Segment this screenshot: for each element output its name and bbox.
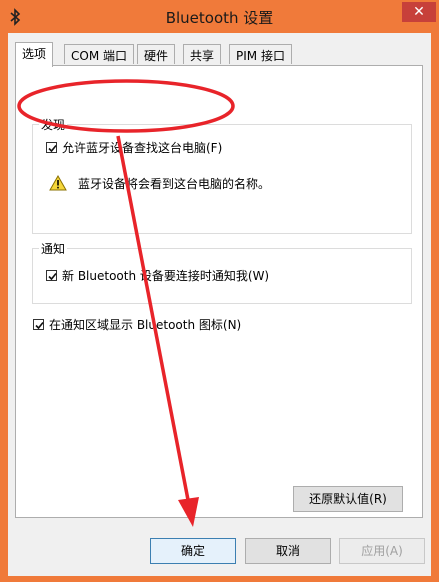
cancel-button[interactable]: 取消: [245, 538, 331, 564]
notify-label[interactable]: 新 Bluetooth 设备要连接时通知我(W): [62, 267, 269, 284]
checkmark-icon: [35, 321, 44, 330]
tray-icon-label[interactable]: 在通知区域显示 Bluetooth 图标(N): [49, 316, 241, 333]
checkmark-icon: [48, 272, 57, 281]
bluetooth-settings-window: Bluetooth 设置 ✕ 选项 COM 端口 硬件 共享 PIM 接口 发现…: [0, 0, 439, 582]
tray-icon-checkbox[interactable]: [33, 319, 44, 330]
notify-checkbox[interactable]: [46, 270, 57, 281]
notification-group-title: 通知: [39, 240, 68, 257]
restore-defaults-button[interactable]: 还原默认值(R): [293, 486, 403, 512]
checkmark-icon: [48, 144, 57, 153]
window-title: Bluetooth 设置: [165, 9, 274, 27]
allow-find-checkbox[interactable]: [46, 142, 57, 153]
tab-pim-interface[interactable]: PIM 接口: [229, 44, 292, 64]
apply-button[interactable]: 应用(A): [339, 538, 425, 564]
tab-com-ports[interactable]: COM 端口: [64, 44, 134, 64]
tab-options[interactable]: 选项: [15, 42, 54, 67]
dialog-body: 选项 COM 端口 硬件 共享 PIM 接口 发现 允许蓝牙设备查找这台电脑(F…: [8, 33, 431, 576]
tab-sharing[interactable]: 共享: [183, 44, 222, 64]
tab-hardware[interactable]: 硬件: [137, 44, 176, 64]
ok-button[interactable]: 确定: [150, 538, 236, 564]
warning-icon: [49, 175, 67, 191]
discovery-warning-text: 蓝牙设备将会看到这台电脑的名称。: [78, 177, 271, 191]
close-button[interactable]: ✕: [402, 2, 436, 22]
discovery-group-title: 发现: [39, 116, 68, 133]
options-panel: 发现 允许蓝牙设备查找这台电脑(F) 蓝牙设备将会看到这台电脑的名称。 通知 新…: [15, 65, 423, 518]
title-bar[interactable]: Bluetooth 设置 ✕: [1, 1, 438, 33]
allow-find-label[interactable]: 允许蓝牙设备查找这台电脑(F): [62, 139, 222, 156]
